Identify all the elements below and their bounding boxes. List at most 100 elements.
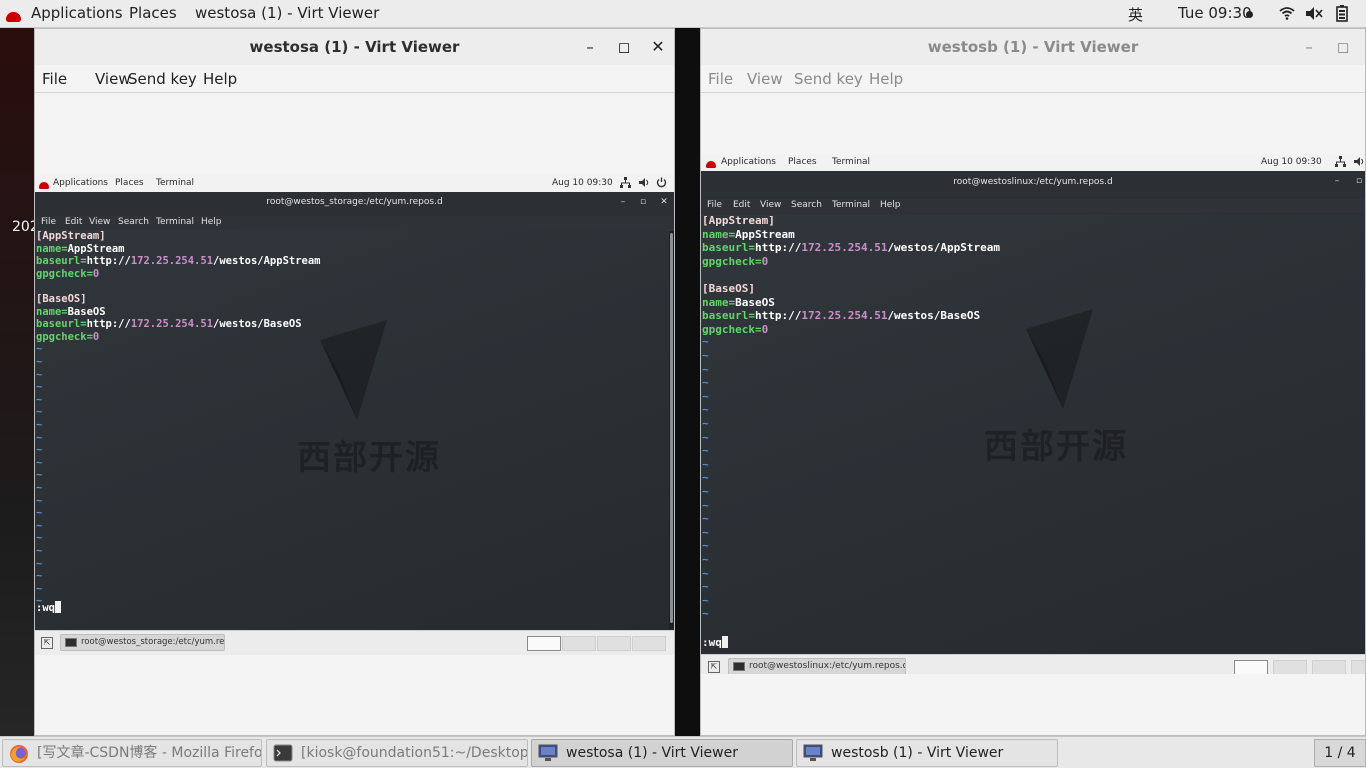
guest-terminal-menubar: File Edit View Search Terminal Help bbox=[701, 199, 1365, 213]
applications-menu[interactable]: Applications bbox=[31, 4, 123, 22]
menu-file[interactable]: File bbox=[708, 70, 733, 88]
active-window-title[interactable]: westosa (1) - Virt Viewer bbox=[195, 4, 379, 22]
task-virt-viewer-westosb[interactable]: westosb (1) - Virt Viewer bbox=[796, 739, 1058, 767]
window-title[interactable]: westosb (1) - Virt Viewer bbox=[701, 29, 1365, 65]
vim-tilde: ~ bbox=[36, 431, 43, 444]
virt-viewer-icon bbox=[803, 744, 823, 762]
terminal-content[interactable]: 西部开源 [AppStream] name=AppStream baseurl=… bbox=[701, 214, 1365, 654]
guest-menu-file[interactable]: File bbox=[41, 217, 56, 227]
workspace-4[interactable] bbox=[1351, 660, 1365, 674]
guest-applications-menu[interactable]: Applications bbox=[53, 178, 108, 188]
workspace-pager[interactable]: 1 / 4 bbox=[1314, 739, 1366, 767]
menu-send-key[interactable]: Send key bbox=[794, 70, 863, 88]
menu-help[interactable]: Help bbox=[203, 70, 237, 88]
vim-tilde: ~ bbox=[36, 507, 43, 520]
guest-menu-view[interactable]: View bbox=[760, 200, 781, 210]
guest-display[interactable]: Applications Places Terminal Aug 10 09:3… bbox=[701, 154, 1365, 674]
guest-terminal-titlebar[interactable]: root@westoslinux:/etc/yum.repos.d – ▫ bbox=[701, 171, 1365, 193]
repo-line: baseurl=http://172.25.254.51/westos/Base… bbox=[36, 318, 302, 331]
repo-line: name=BaseOS bbox=[702, 295, 775, 309]
guest-menu-terminal[interactable]: Terminal bbox=[156, 217, 194, 227]
task-firefox[interactable]: [写文章-CSDN博客 - Mozilla Firefox] bbox=[2, 739, 262, 767]
workspace-1[interactable] bbox=[1234, 660, 1268, 674]
workspace-2[interactable] bbox=[562, 636, 596, 651]
guest-menu-edit[interactable]: Edit bbox=[65, 217, 82, 227]
vim-tilde: ~ bbox=[36, 595, 43, 608]
maximize-button[interactable]: ◻ bbox=[607, 29, 641, 65]
vim-tilde: ~ bbox=[36, 545, 43, 557]
guest-terminal-titlebar[interactable]: root@westos_storage:/etc/yum.repos.d – ▫… bbox=[35, 192, 674, 212]
guest-applications-menu[interactable]: Applications bbox=[721, 157, 776, 167]
guest-clock[interactable]: Aug 10 09:30 bbox=[552, 178, 613, 188]
guest-menu-file[interactable]: File bbox=[707, 200, 722, 210]
watermark-text: 西部开源 bbox=[297, 438, 441, 478]
guest-minimize-button[interactable]: – bbox=[613, 192, 633, 212]
workspace-1[interactable] bbox=[527, 636, 561, 651]
guest-network-icon[interactable] bbox=[620, 177, 631, 191]
minimize-button[interactable]: – bbox=[573, 29, 607, 65]
workspace-3[interactable] bbox=[1312, 660, 1346, 674]
wifi-icon[interactable] bbox=[1279, 6, 1295, 24]
guest-menu-search[interactable]: Search bbox=[791, 200, 822, 210]
terminal-scrollbar[interactable] bbox=[669, 231, 674, 629]
guest-terminal-title[interactable]: Terminal bbox=[156, 178, 194, 188]
workspace-2[interactable] bbox=[1273, 660, 1307, 674]
show-desktop-icon[interactable]: ⇱ bbox=[41, 637, 53, 649]
guest-menu-terminal[interactable]: Terminal bbox=[832, 200, 870, 210]
menubar: File View Send key Help bbox=[701, 65, 1365, 93]
guest-close-button[interactable]: ✕ bbox=[654, 192, 674, 212]
battery-icon[interactable] bbox=[1336, 5, 1348, 26]
guest-menu-view[interactable]: View bbox=[89, 217, 110, 227]
vim-tilde: ~ bbox=[702, 430, 709, 444]
menu-view[interactable]: View bbox=[95, 70, 131, 88]
task-virt-viewer-westosa[interactable]: westosa (1) - Virt Viewer bbox=[531, 739, 793, 767]
repo-line: [BaseOS] bbox=[36, 293, 87, 305]
vim-tilde: ~ bbox=[36, 393, 43, 406]
repo-line: [AppStream] bbox=[36, 230, 106, 242]
minimize-button[interactable]: – bbox=[1292, 29, 1326, 65]
maximize-button[interactable]: ◻ bbox=[1326, 29, 1360, 65]
guest-menu-search[interactable]: Search bbox=[118, 217, 149, 227]
terminal-content[interactable]: 西部开源 [AppStream] name=AppStream baseurl=… bbox=[35, 230, 674, 630]
workspace-4[interactable] bbox=[632, 636, 666, 651]
vim-tilde: ~ bbox=[36, 444, 43, 457]
task-terminal[interactable]: [kiosk@foundation51:~/Desktop] bbox=[266, 739, 528, 767]
vim-command-line[interactable]: :wq bbox=[702, 636, 728, 650]
guest-maximize-button[interactable]: ▫ bbox=[1349, 171, 1365, 191]
workspace-3[interactable] bbox=[597, 636, 631, 651]
guest-places-menu[interactable]: Places bbox=[788, 157, 817, 167]
show-desktop-icon[interactable]: ⇱ bbox=[708, 661, 720, 673]
guest-menu-help[interactable]: Help bbox=[201, 217, 222, 227]
places-menu[interactable]: Places bbox=[129, 4, 177, 22]
vim-tilde: ~ bbox=[702, 607, 709, 621]
guest-places-menu[interactable]: Places bbox=[115, 178, 144, 188]
guest-volume-icon[interactable] bbox=[639, 177, 650, 191]
guest-task-terminal[interactable]: root@westoslinux:/etc/yum.repos.d bbox=[728, 658, 906, 674]
virt-viewer-window-westosb[interactable]: westosb (1) - Virt Viewer – ◻ File View … bbox=[700, 28, 1366, 736]
menu-send-key[interactable]: Send key bbox=[128, 70, 197, 88]
guest-volume-icon[interactable] bbox=[1354, 156, 1365, 170]
guest-network-icon[interactable] bbox=[1335, 156, 1346, 170]
clock[interactable]: Tue 09:30 bbox=[1178, 4, 1252, 22]
guest-power-icon[interactable] bbox=[656, 177, 667, 191]
guest-terminal-title[interactable]: Terminal bbox=[832, 157, 870, 167]
guest-display[interactable]: Applications Places Terminal Aug 10 09:3… bbox=[35, 175, 674, 655]
vim-tilde: ~ bbox=[36, 381, 43, 394]
guest-task-terminal[interactable]: root@westos_storage:/etc/yum.rep... bbox=[60, 634, 225, 651]
watermark-logo-icon bbox=[295, 320, 405, 433]
virt-viewer-icon bbox=[538, 744, 558, 762]
volume-muted-icon[interactable] bbox=[1305, 6, 1323, 25]
guest-terminal-menubar: File Edit View Search Terminal Help bbox=[35, 216, 674, 230]
guest-clock[interactable]: Aug 10 09:30 bbox=[1261, 157, 1322, 167]
menu-file[interactable]: File bbox=[42, 70, 67, 88]
guest-maximize-button[interactable]: ▫ bbox=[633, 192, 653, 212]
close-button[interactable]: ✕ bbox=[641, 29, 674, 65]
guest-menu-help[interactable]: Help bbox=[880, 200, 901, 210]
vim-tilde: ~ bbox=[36, 368, 43, 381]
menu-help[interactable]: Help bbox=[869, 70, 903, 88]
guest-minimize-button[interactable]: – bbox=[1327, 171, 1347, 191]
guest-menu-edit[interactable]: Edit bbox=[733, 200, 750, 210]
virt-viewer-window-westosa[interactable]: westosa (1) - Virt Viewer – ◻ ✕ File Vie… bbox=[34, 28, 675, 736]
input-method-indicator[interactable]: 英 bbox=[1128, 4, 1143, 25]
menu-view[interactable]: View bbox=[747, 70, 783, 88]
